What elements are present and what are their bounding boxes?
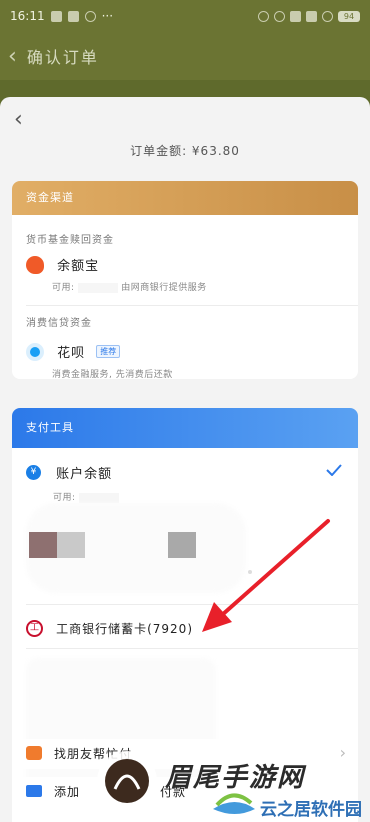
annotation-arrow [202, 519, 330, 632]
back-chevron-icon[interactable]: ‹ [8, 44, 19, 69]
battery-icon: 94 [338, 10, 360, 22]
settings-notification-icon [84, 10, 96, 22]
watermark-subbrand: 云之居软件园 [260, 800, 362, 820]
mute-icon [258, 10, 269, 22]
wifi-icon [322, 10, 333, 22]
app-notification-icon [50, 10, 62, 22]
payment-method-sheet: ‹ 订单金额: ¥63.80 资金渠道 货币基金赎回资金 余额宝 可用: 由网商… [0, 97, 370, 822]
more-notifications-icon: ··· [101, 9, 114, 23]
message-notification-icon [67, 10, 79, 22]
background-page-header: ‹ 确认订单 [0, 32, 370, 80]
signal-icon [290, 10, 301, 22]
background-page-title: 确认订单 [26, 48, 99, 67]
watermark-brand: 眉尾手游网 [165, 763, 306, 793]
status-time: 16:11 [10, 9, 45, 23]
signal-2-icon [306, 10, 317, 22]
site-watermark: 眉尾手游网 云之居软件园 [85, 745, 370, 822]
status-bar: 16:11 ··· 94 [0, 0, 370, 32]
alarm-icon [274, 10, 285, 22]
